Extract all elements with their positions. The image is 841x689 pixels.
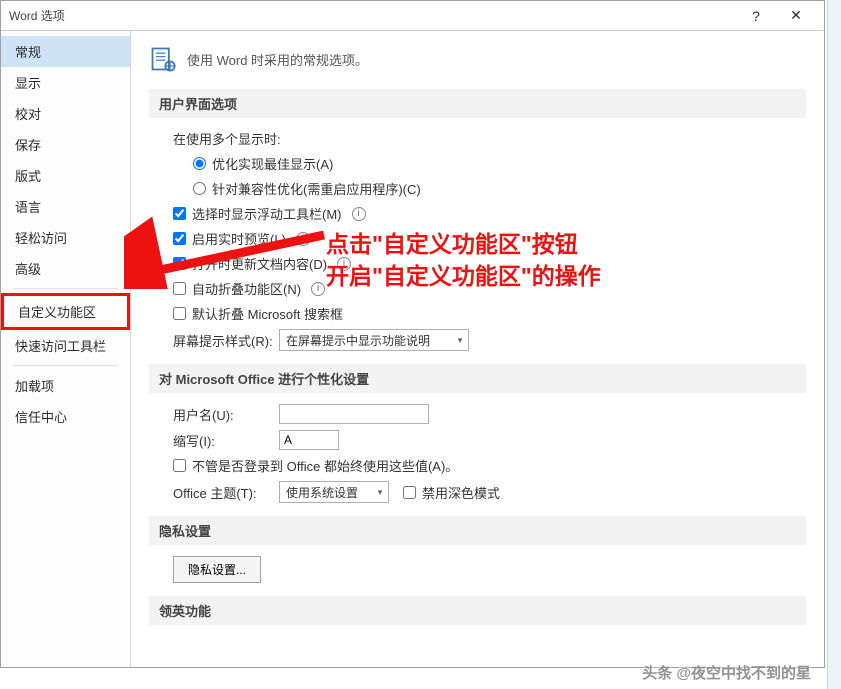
screentip-label: 屏幕提示样式(R): [173,331,273,350]
screentip-select[interactable]: 在屏幕提示中显示功能说明 [279,329,469,351]
sidebar-item-save[interactable]: 保存 [1,129,130,160]
sidebar-item-ease-of-access[interactable]: 轻松访问 [1,222,130,253]
privacy-settings-button[interactable]: 隐私设置... [173,556,261,583]
titlebar: Word 选项 ? ✕ [1,1,824,31]
checkbox-collapse-search-label: 默认折叠 Microsoft 搜索框 [192,304,343,323]
info-icon[interactable]: i [337,257,351,271]
initials-input[interactable] [279,430,339,450]
checkbox-disable-dark[interactable] [403,486,416,499]
checkbox-collapse-search[interactable] [173,307,186,320]
watermark: 头条 @夜空中找不到的星 [642,662,811,683]
sidebar: 常规 显示 校对 保存 版式 语言 轻松访问 高级 自定义功能区 快速访问工具栏… [1,31,131,667]
section-linkedin-title: 领英功能 [149,596,806,625]
info-icon[interactable]: i [352,207,366,221]
checkbox-update-doc-label: 打开时更新文档内容(D) [192,254,327,273]
dialog-title: Word 选项 [9,7,736,24]
username-input[interactable] [279,404,429,424]
radio-optimize-display[interactable] [193,157,206,170]
checkbox-always-use[interactable] [173,459,186,472]
initials-label: 缩写(I): [173,431,273,450]
sidebar-item-qat[interactable]: 快速访问工具栏 [1,330,130,361]
checkbox-live-preview-label: 启用实时预览(L) [192,229,286,248]
help-button[interactable]: ? [736,2,776,30]
radio-optimize-label: 优化实现最佳显示(A) [212,154,333,173]
sidebar-item-general[interactable]: 常规 [1,36,130,67]
info-icon[interactable]: i [296,232,310,246]
checkbox-update-doc[interactable] [173,257,186,270]
theme-select[interactable]: 使用系统设置 [279,481,389,503]
sidebar-item-advanced[interactable]: 高级 [1,253,130,284]
sidebar-item-layout[interactable]: 版式 [1,160,130,191]
theme-label: Office 主题(T): [173,483,273,502]
multi-display-label: 在使用多个显示时: [149,126,806,151]
right-strip [827,0,841,689]
checkbox-mini-toolbar-label: 选择时显示浮动工具栏(M) [192,204,342,223]
sidebar-item-trust-center[interactable]: 信任中心 [1,401,130,432]
checkbox-disable-dark-label: 禁用深色模式 [422,483,500,502]
info-icon[interactable]: i [311,282,325,296]
content-panel: 使用 Word 时采用的常规选项。 用户界面选项 在使用多个显示时: 优化实现最… [131,31,824,667]
sidebar-item-proofing[interactable]: 校对 [1,98,130,129]
username-label: 用户名(U): [173,405,273,424]
radio-compat-label: 针对兼容性优化(需重启应用程序)(C) [212,179,421,198]
sidebar-item-customize-ribbon[interactable]: 自定义功能区 [1,293,130,330]
sidebar-item-display[interactable]: 显示 [1,67,130,98]
radio-compat[interactable] [193,182,206,195]
section-ui-title: 用户界面选项 [149,89,806,118]
checkbox-mini-toolbar[interactable] [173,207,186,220]
general-options-icon [149,45,177,73]
sidebar-separator [13,365,118,366]
checkbox-auto-collapse[interactable] [173,282,186,295]
section-personalize-title: 对 Microsoft Office 进行个性化设置 [149,364,806,393]
word-options-dialog: Word 选项 ? ✕ 常规 显示 校对 保存 版式 语言 轻松访问 高级 自定… [0,0,825,668]
sidebar-item-addins[interactable]: 加载项 [1,370,130,401]
checkbox-live-preview[interactable] [173,232,186,245]
sidebar-separator [13,288,118,289]
sidebar-item-language[interactable]: 语言 [1,191,130,222]
checkbox-always-use-label: 不管是否登录到 Office 都始终使用这些值(A)。 [192,456,458,475]
close-button[interactable]: ✕ [776,2,816,30]
checkbox-auto-collapse-label: 自动折叠功能区(N) [192,279,301,298]
page-heading: 使用 Word 时采用的常规选项。 [187,50,368,69]
section-privacy-title: 隐私设置 [149,516,806,545]
